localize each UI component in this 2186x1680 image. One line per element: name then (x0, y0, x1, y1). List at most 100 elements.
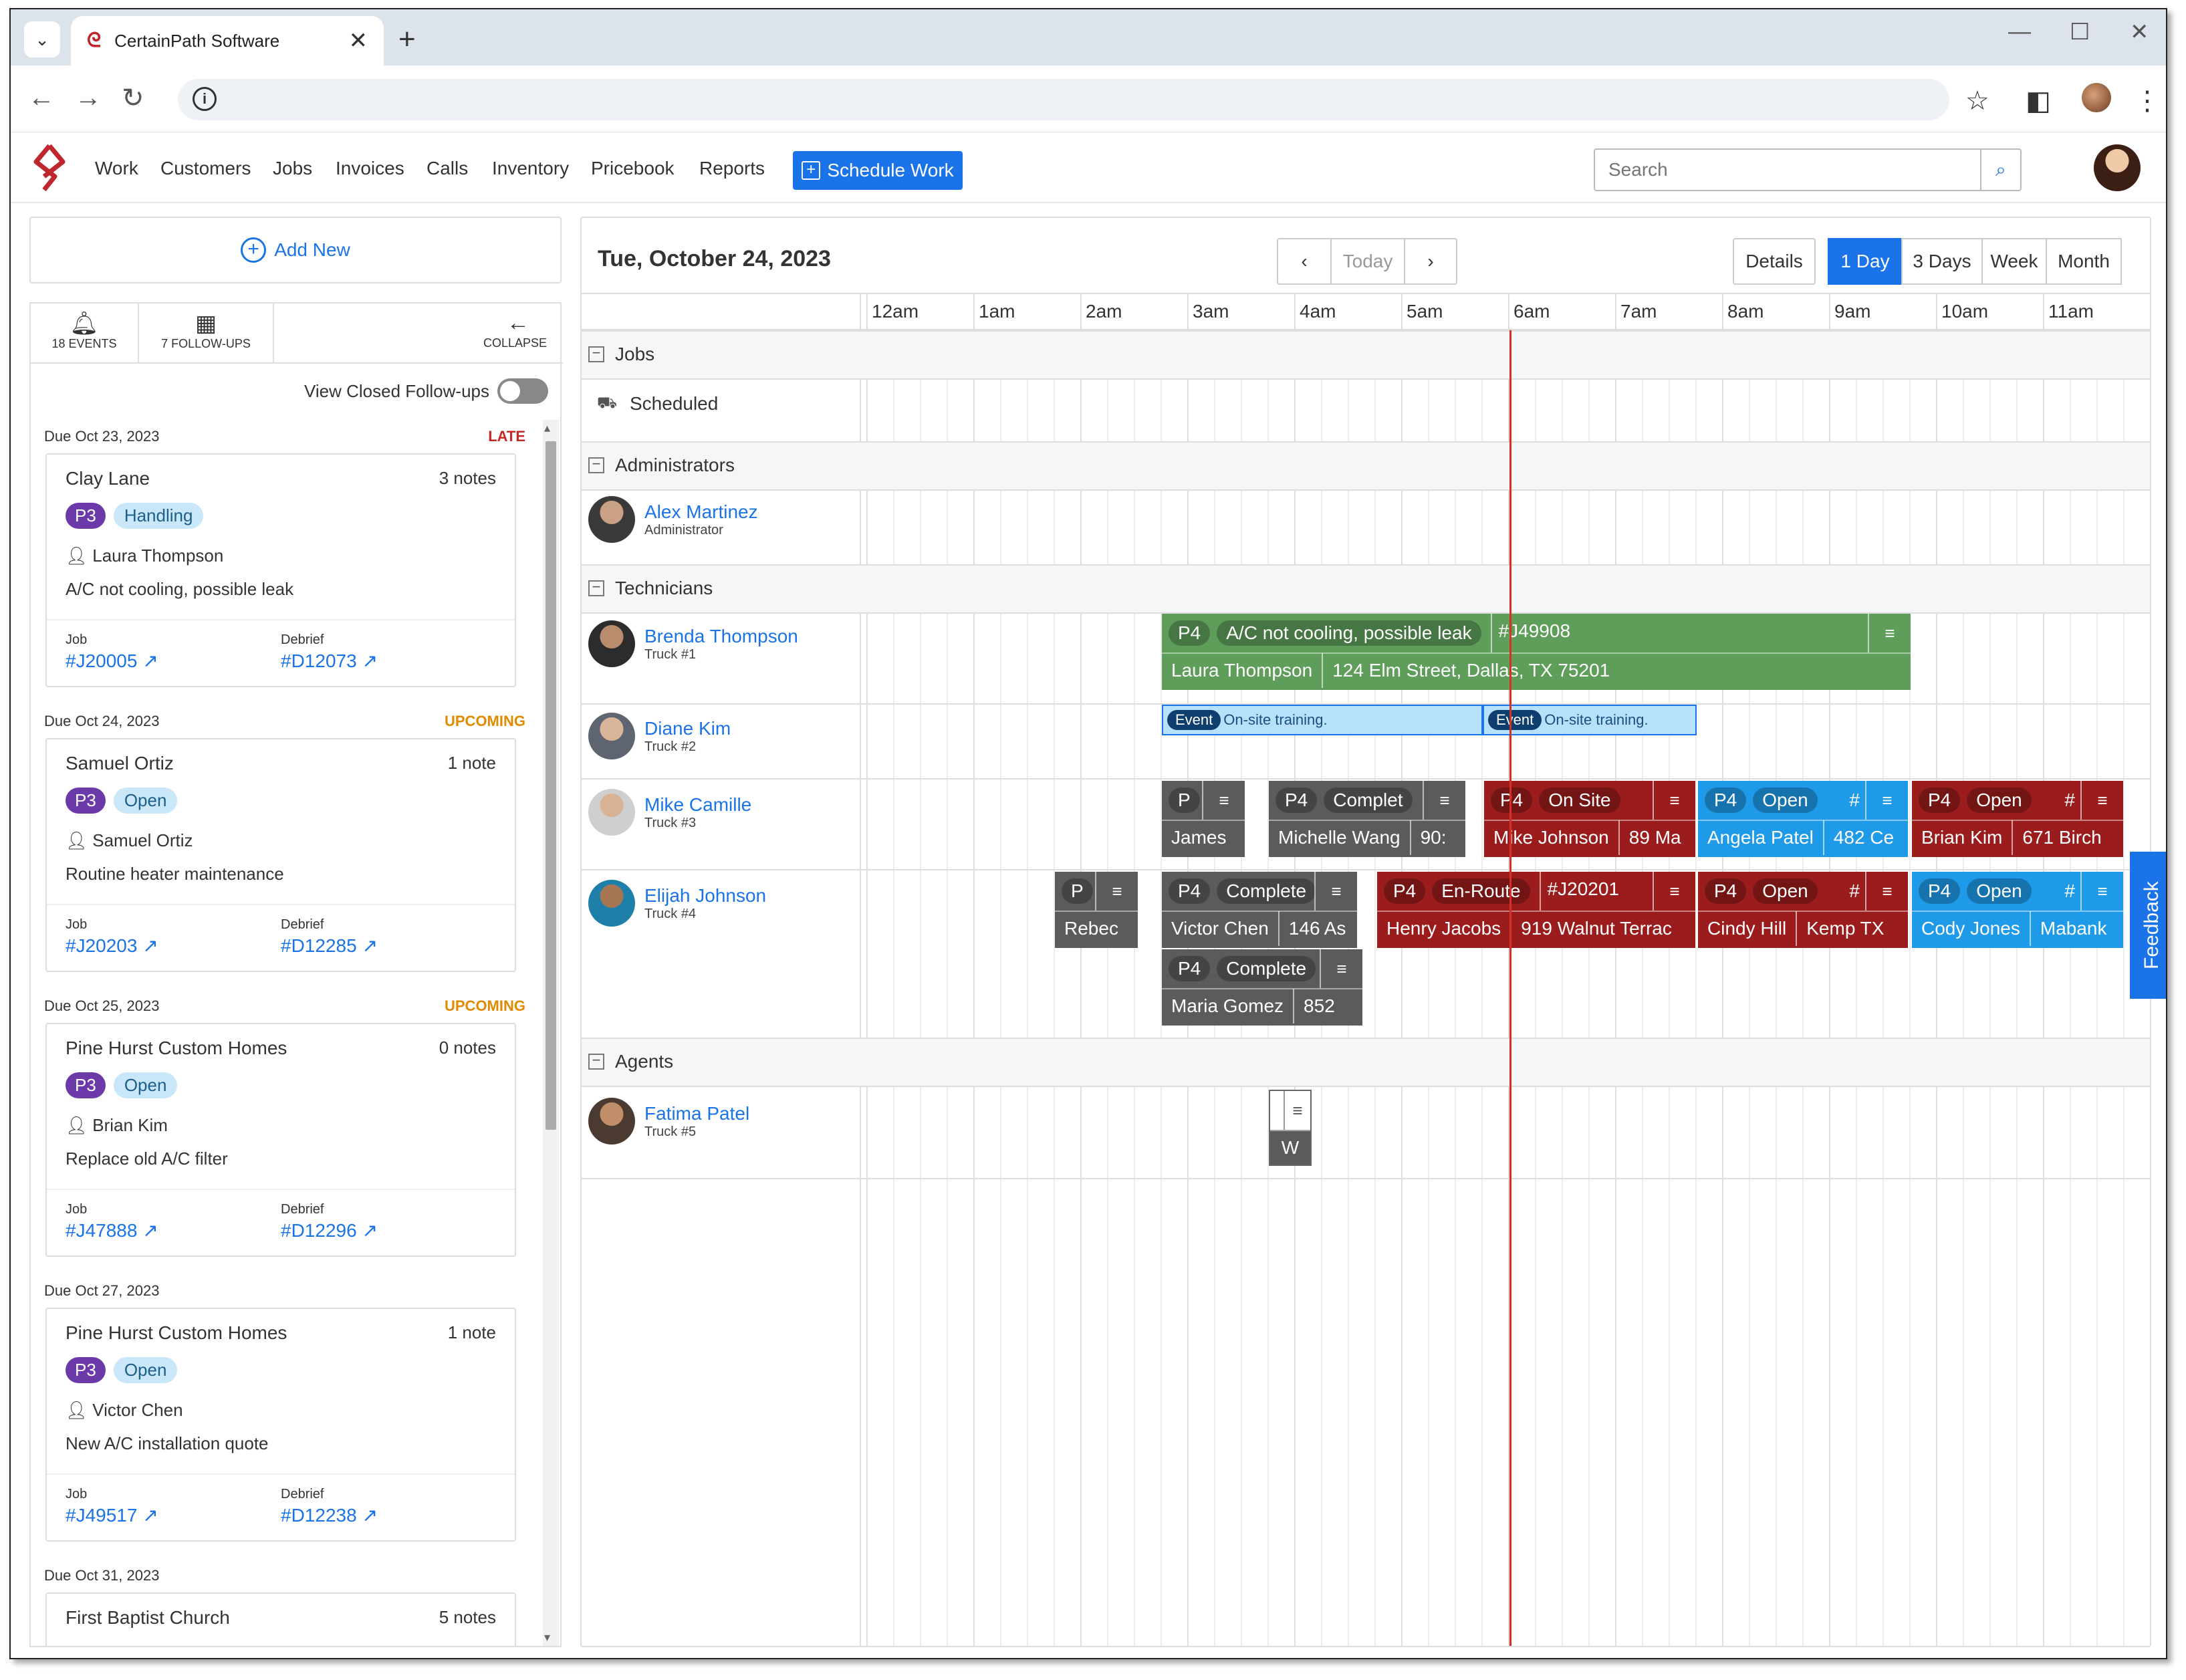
details-button[interactable]: Details (1733, 238, 1816, 285)
menu-icon[interactable]: ≡ (2080, 781, 2123, 820)
view-week[interactable]: Week (1981, 238, 2047, 285)
job-block[interactable]: P4 Complete ≡ Maria Gomez 852 (1162, 949, 1362, 1026)
resource-name[interactable]: Elijah Johnson (644, 885, 766, 907)
job-block[interactable]: P4 On Site ≡ Mike Johnson 89 Ma (1484, 781, 1695, 857)
menu-icon[interactable]: ≡ (1653, 781, 1695, 820)
menu-icon[interactable]: ≡ (1095, 872, 1138, 911)
follow-up-card[interactable]: Clay Lane 3 notes P3 Handling 👤︎ Laura T… (45, 453, 516, 687)
follow-up-card[interactable]: Pine Hurst Custom Homes 0 notes P3 Open … (45, 1023, 516, 1257)
view-month[interactable]: Month (2046, 238, 2122, 285)
notes-count[interactable]: 1 note (448, 753, 496, 773)
today-button[interactable]: Today (1332, 239, 1405, 283)
view-3-days[interactable]: 3 Days (1901, 238, 1983, 285)
nav-inventory[interactable]: Inventory (492, 158, 569, 179)
menu-icon[interactable]: ≡ (1284, 1091, 1310, 1130)
menu-icon[interactable]: ≡ (1202, 781, 1245, 820)
collapse-group-icon[interactable]: − (588, 1053, 604, 1070)
nav-jobs[interactable]: Jobs (273, 158, 312, 179)
resource-name[interactable]: Alex Martinez (644, 501, 758, 523)
maximize-icon[interactable]: ☐ (2070, 19, 2090, 45)
job-block[interactable]: ≡ W (1269, 1090, 1312, 1166)
job-block[interactable]: P ≡ James (1162, 781, 1245, 857)
tab-follow-ups[interactable]: ▦ 7 FOLLOW-UPS (139, 304, 274, 364)
group-label[interactable]: − Technicians (588, 578, 713, 599)
resource-name[interactable]: Fatima Patel (644, 1103, 749, 1124)
menu-icon[interactable]: ≡ (1423, 781, 1465, 820)
notes-count[interactable]: 5 notes (439, 1607, 496, 1628)
calendar-event[interactable]: Event On-site training. (1162, 705, 1483, 735)
search-input[interactable] (1595, 150, 1969, 190)
nav-calls[interactable]: Calls (427, 158, 468, 179)
job-link[interactable]: #J47888 ↗ (66, 1219, 158, 1241)
nav-customers[interactable]: Customers (160, 158, 251, 179)
notes-count[interactable]: 3 notes (439, 468, 496, 489)
menu-icon[interactable]: ≡ (1314, 872, 1357, 911)
debrief-link[interactable]: #D12285 ↗ (281, 935, 378, 957)
view-closed-toggle[interactable] (497, 378, 548, 404)
job-block[interactable]: P4 A/C not cooling, possible leak #J4990… (1162, 614, 1911, 690)
scroll-down-icon[interactable]: ▾ (544, 1631, 550, 1645)
job-link[interactable]: #J20203 ↗ (66, 935, 158, 957)
menu-icon[interactable]: ≡ (1865, 872, 1908, 911)
job-block[interactable]: P4 Open # ≡ Cody Jones Mabank (1912, 872, 2123, 948)
menu-icon[interactable]: ≡ (1865, 781, 1908, 820)
menu-icon[interactable]: ≡ (1868, 614, 1911, 652)
resource-name[interactable]: Diane Kim (644, 718, 731, 739)
nav-work[interactable]: Work (95, 158, 138, 179)
menu-icon[interactable]: ≡ (1320, 949, 1362, 988)
group-label[interactable]: − Jobs (588, 344, 654, 365)
forward-icon[interactable]: → (75, 83, 102, 113)
back-icon[interactable]: ← (28, 83, 55, 113)
job-block[interactable]: P ≡ Rebec (1055, 872, 1138, 948)
follow-up-card[interactable]: Samuel Ortiz 1 note P3 Open 👤︎ Samuel Or… (45, 738, 516, 972)
close-window-icon[interactable]: ✕ (2130, 19, 2149, 45)
resource-name[interactable]: Brenda Thompson (644, 626, 798, 647)
menu-icon[interactable]: ≡ (1653, 872, 1695, 911)
browser-tab[interactable]: ᘓ CertainPath Software ✕ (71, 16, 384, 66)
site-info-icon[interactable]: i (193, 87, 217, 111)
collapse-group-icon[interactable]: − (588, 346, 604, 362)
job-block[interactable]: P4 En-Route #J20201 ≡ Henry Jacobs 919 Walnu… (1377, 872, 1695, 948)
scroll-up-icon[interactable]: ▴ (544, 421, 550, 435)
job-block[interactable]: P4 Open # ≡ Brian Kim 671 Birch (1912, 781, 2123, 857)
list-scrollbar[interactable]: ▴ ▾ (543, 420, 559, 1646)
next-day-button[interactable]: › (1405, 239, 1456, 283)
feedback-tab[interactable]: Feedback (2130, 852, 2166, 999)
job-link[interactable]: #J49517 ↗ (66, 1504, 158, 1526)
calendar-event[interactable]: Event On-site training. (1483, 705, 1697, 735)
resource-name[interactable]: Mike Camille (644, 794, 751, 816)
job-block[interactable]: P4 Open # ≡ Angela Patel 482 Ce (1698, 781, 1908, 857)
group-label[interactable]: − Administrators (588, 455, 735, 476)
certainpath-logo-icon[interactable] (29, 142, 70, 194)
nav-reports[interactable]: Reports (699, 158, 765, 179)
new-tab-button[interactable]: + (398, 23, 416, 56)
reload-icon[interactable]: ↻ (122, 83, 144, 114)
notes-count[interactable]: 0 notes (439, 1038, 496, 1058)
debrief-link[interactable]: #D12238 ↗ (281, 1504, 378, 1526)
collapse-group-icon[interactable]: − (588, 457, 604, 473)
side-panel-icon[interactable]: ◧ (2026, 86, 2051, 116)
tab-search-button[interactable]: ⌄ (24, 21, 60, 57)
search-icon[interactable]: ⌕ (1980, 150, 2020, 190)
close-tab-icon[interactable]: ✕ (349, 27, 368, 54)
follow-up-card[interactable]: First Baptist Church 5 notes (45, 1592, 516, 1646)
schedule-work-button[interactable]: + Schedule Work (793, 151, 963, 190)
nav-invoices[interactable]: Invoices (336, 158, 404, 179)
prev-day-button[interactable]: ‹ (1278, 239, 1332, 283)
bookmark-star-icon[interactable]: ☆ (1965, 86, 1989, 116)
job-block[interactable]: P4 Complete ≡ Victor Chen 146 As (1162, 872, 1357, 948)
scrollbar-thumb[interactable] (545, 441, 556, 1130)
menu-icon[interactable]: ≡ (2080, 872, 2123, 911)
more-menu-icon[interactable]: ⋮ (2134, 86, 2161, 116)
minimize-icon[interactable]: — (2008, 19, 2031, 45)
omnibox[interactable]: i (178, 79, 1949, 120)
debrief-link[interactable]: #D12073 ↗ (281, 650, 378, 672)
collapse-button[interactable]: ← COLLAPSE (274, 304, 563, 364)
job-block[interactable]: P4 Open # ≡ Cindy Hill Kemp TX (1698, 872, 1908, 948)
profile-avatar[interactable] (2082, 83, 2111, 112)
user-avatar[interactable] (2094, 144, 2141, 191)
follow-up-card[interactable]: Pine Hurst Custom Homes 1 note P3 Open 👤… (45, 1308, 516, 1542)
tab-events[interactable]: 🔔︎ 18 EVENTS (31, 304, 139, 364)
job-block[interactable]: P4 Complet ≡ Michelle Wang 90: (1269, 781, 1465, 857)
notes-count[interactable]: 1 note (448, 1322, 496, 1343)
